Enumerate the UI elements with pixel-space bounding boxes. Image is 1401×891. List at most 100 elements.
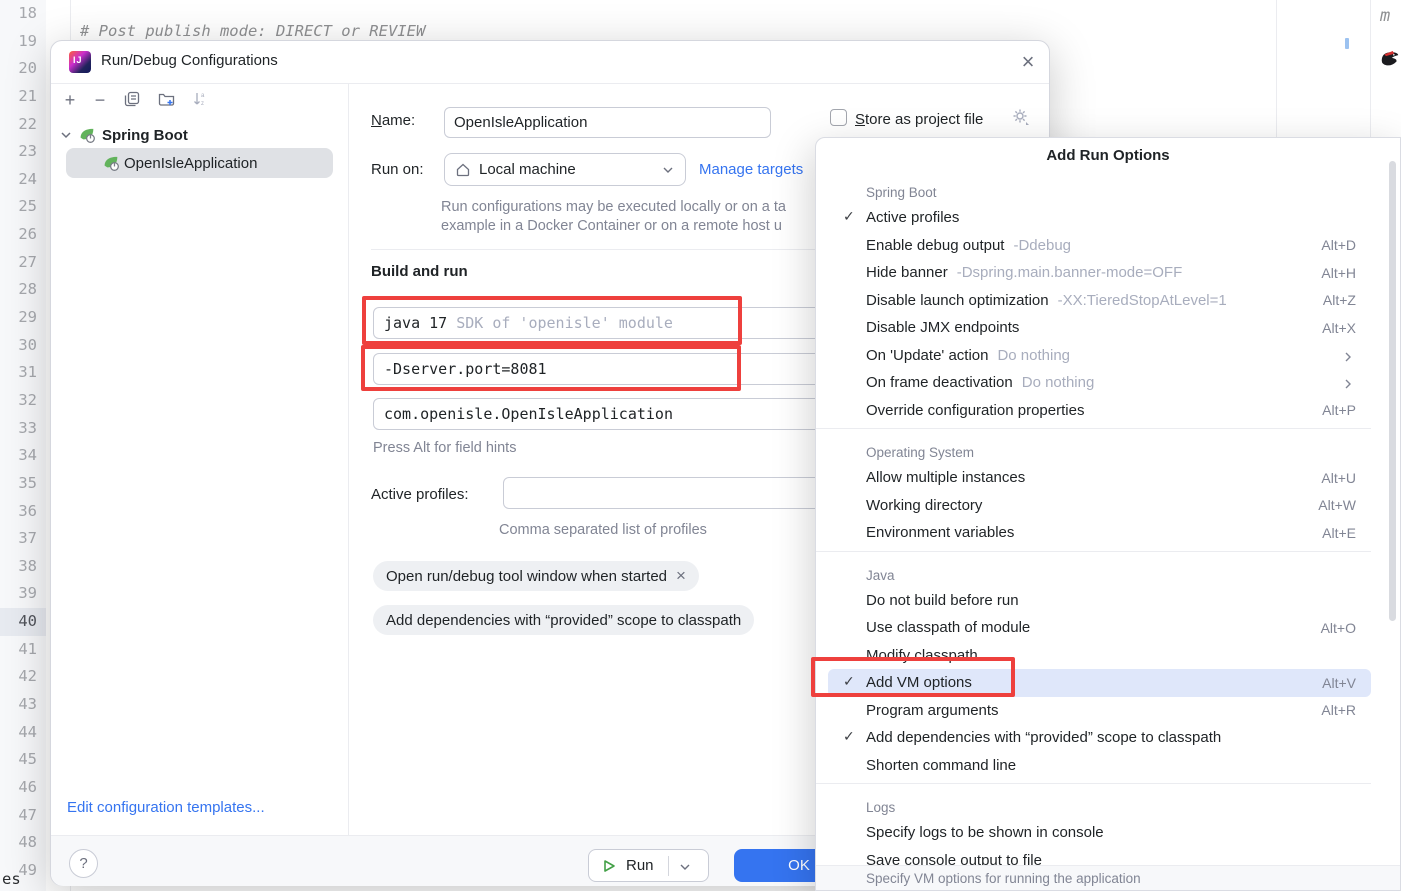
gear-icon[interactable] [1011,107,1031,132]
menu-item-enable-debug-output[interactable]: Enable debug output-DdebugAlt+D [816,232,1400,260]
bird-emoji-icon [1379,46,1401,73]
chip-open-run-debug-tool-window[interactable]: Open run/debug tool window when started … [373,561,699,591]
menu-item-disable-launch-optimization[interactable]: Disable launch optimization-XX:TieredSto… [816,287,1400,315]
line-number-25: 25 [0,193,37,221]
help-button[interactable]: ? [69,849,98,878]
intellij-logo: IJ [69,51,91,73]
tree-item-openisleapplication[interactable]: OpenIsleApplication [66,148,333,178]
remove-icon[interactable]: − [89,89,111,111]
line-number-43: 43 [0,691,37,719]
editor-comment-line: # Post publish mode: DIRECT or REVIEW [80,22,425,40]
menu-item-working-directory[interactable]: Working directoryAlt+W [816,492,1400,520]
run-on-select[interactable]: Local machine [444,153,686,186]
new-folder-icon[interactable] [155,89,177,111]
line-number-40: 40 [0,608,46,636]
line-number-32: 32 [0,387,37,415]
home-icon [455,162,471,178]
chevron-down-icon [661,163,675,177]
menu-section-logs: Logs [816,789,1400,819]
menu-item-add-dependencies-with-provided-scope-to-classpath[interactable]: ✓ Add dependencies with “provided” scope … [816,724,1400,752]
run-on-label: Run on: [371,161,424,178]
line-number-34: 34 [0,442,37,470]
build-and-run-heading: Build and run [371,263,468,280]
menu-item-override-configuration-properties[interactable]: Override configuration propertiesAlt+P [816,397,1400,425]
configurations-toolbar: + − a z [51,83,348,117]
chip-close-icon[interactable]: × [676,566,686,586]
annotation-box-add-vm-options [811,657,1015,697]
menu-item-active-profiles[interactable]: ✓Active profiles [816,204,1400,232]
menu-item-label: Hide banner [866,264,948,281]
annotation-box-jre-field [362,296,742,345]
menu-item-detail: Do nothing [997,347,1070,364]
chip-add-dependencies-provided-scope[interactable]: Add dependencies with “provided” scope t… [373,605,754,635]
line-number-18: 18 [0,0,37,28]
line-number-19: 19 [0,28,37,56]
active-profiles-label: Active profiles: [371,486,469,503]
run-button[interactable]: Run [588,849,709,882]
menu-item-shortcut: Alt+P [1322,402,1356,418]
line-number-48: 48 [0,829,37,857]
close-icon[interactable]: × [1013,47,1043,77]
menu-item-label: Add dependencies with “provided” scope t… [866,729,1221,746]
menu-item-shortcut: Alt+H [1321,265,1356,281]
main-class-value: com.openisle.OpenIsleApplication [384,405,673,423]
menu-item-shortcut: Alt+W [1318,497,1356,513]
profiles-hint: Comma separated list of profiles [499,522,707,538]
line-number-29: 29 [0,304,37,332]
menu-item-do-not-build-before-run[interactable]: Do not build before run [816,587,1400,615]
menu-item-detail: -Dspring.main.banner-mode=OFF [957,264,1183,281]
panel-divider [348,83,349,835]
line-number-42: 42 [0,663,37,691]
menu-item-shortcut: Alt+V [1322,675,1356,691]
menu-item-label: Do not build before run [866,592,1019,609]
menu-item-disable-jmx-endpoints[interactable]: Disable JMX endpointsAlt+X [816,314,1400,342]
tree-item-spring-boot[interactable]: Spring Boot [59,121,188,149]
line-number-47: 47 [0,802,37,830]
sort-alphabetically-icon[interactable]: a z [189,89,211,111]
spring-boot-icon [103,155,120,172]
line-number-41: 41 [0,636,37,664]
line-number-44: 44 [0,719,37,747]
run-on-description-line1: Run configurations may be executed local… [441,199,786,215]
menu-item-label: Specify logs to be shown in console [866,824,1104,841]
chevron-down-icon [59,128,73,142]
name-input[interactable] [444,107,771,138]
menu-item-shorten-command-line[interactable]: Shorten command line [816,752,1400,780]
menu-item-use-classpath-of-module[interactable]: Use classpath of moduleAlt+O [816,614,1400,642]
manage-targets-link[interactable]: Manage targets [699,161,803,178]
store-as-project-file-checkbox[interactable] [830,109,847,126]
dialog-titlebar: IJ Run/Debug Configurations × [51,41,1049,84]
menu-item-label: Program arguments [866,702,999,719]
copy-icon[interactable] [121,89,143,111]
menu-item-specify-logs-to-be-shown-in-console[interactable]: Specify logs to be shown in console [816,819,1400,847]
chevron-down-icon [678,860,692,874]
error-stripe-mark [1345,38,1349,49]
run-button-label: Run [626,857,654,874]
line-number-27: 27 [0,249,37,277]
menu-separator [816,783,1371,784]
add-icon[interactable]: + [59,89,81,111]
menu-section-operating-system: Operating System [816,434,1400,464]
line-number-28: 28 [0,276,37,304]
editor-right-partial-text: m [1380,6,1390,26]
popup-scrollbar[interactable] [1389,161,1396,621]
line-number-37: 37 [0,525,37,553]
menu-item-hide-banner[interactable]: Hide banner -Dspring.main.banner-mode=OFF… [816,259,1400,287]
menu-item-environment-variables[interactable]: Environment variablesAlt+E [816,519,1400,547]
edit-configuration-templates-link[interactable]: Edit configuration templates... [67,799,265,816]
menu-item-on-frame-deactivation[interactable]: On frame deactivationDo nothing [816,369,1400,397]
checkmark-icon: ✓ [843,724,855,752]
menu-item-label: Active profiles [866,209,959,226]
chip-label: Add dependencies with “provided” scope t… [386,612,741,629]
line-number-23: 23 [0,138,37,166]
menu-item-allow-multiple-instances[interactable]: Allow multiple instancesAlt+U [816,464,1400,492]
store-as-project-file-label: Store as project file [855,111,983,128]
dialog-title: Run/Debug Configurations [101,52,278,69]
editor-partial-text: es [2,870,21,888]
line-number-33: 33 [0,415,37,443]
menu-item-shortcut: Alt+U [1321,470,1356,486]
run-on-value: Local machine [479,161,576,178]
menu-item-program-arguments[interactable]: Program argumentsAlt+R [816,697,1400,725]
menu-item-on-update-action[interactable]: On 'Update' actionDo nothing [816,342,1400,370]
chip-label: Open run/debug tool window when started [386,568,667,585]
